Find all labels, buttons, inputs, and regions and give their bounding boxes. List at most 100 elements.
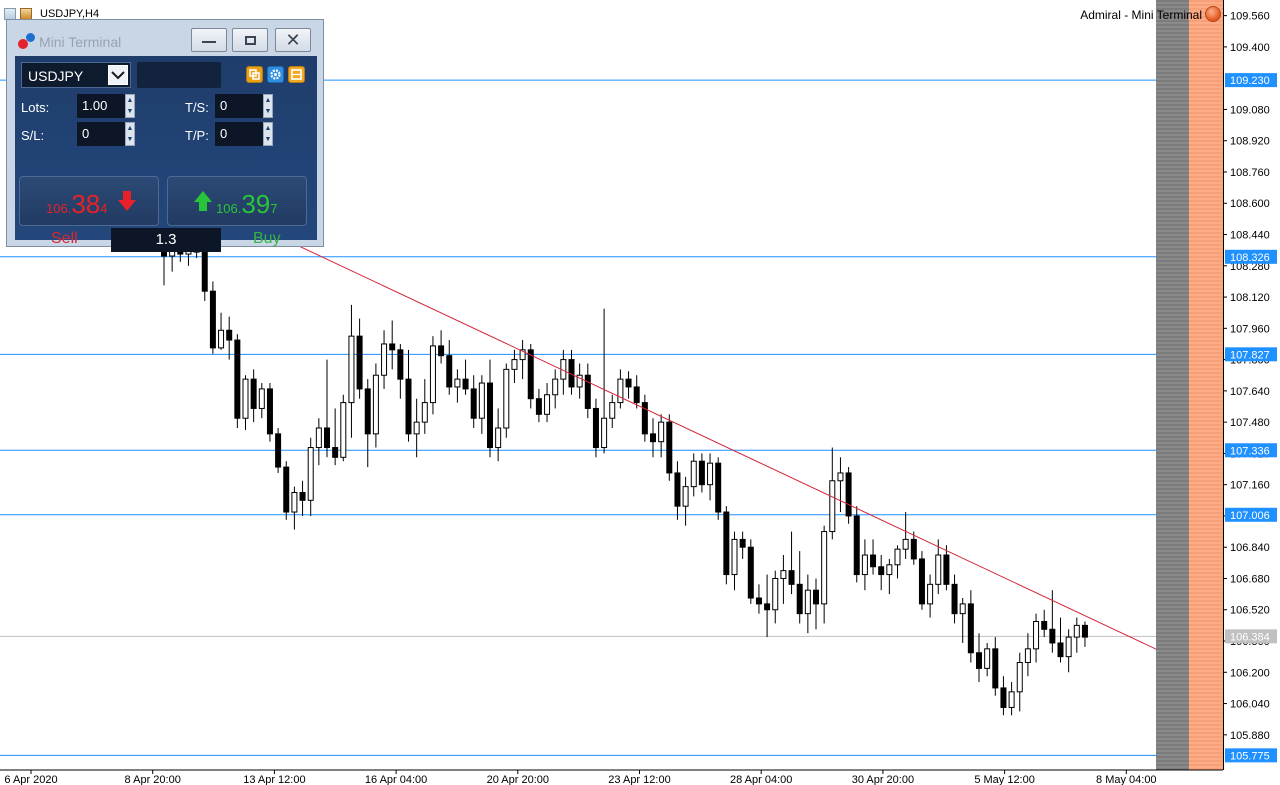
sl-input[interactable]: 0 <box>77 122 127 146</box>
candle-body <box>902 538 909 550</box>
candle-body <box>209 290 216 349</box>
ts-stepper[interactable]: ▲ ▼ <box>263 94 273 118</box>
ts-label: T/S: <box>185 100 209 115</box>
gear-icon[interactable] <box>267 66 284 83</box>
candle-body <box>340 402 347 458</box>
minimize-button[interactable] <box>191 28 227 52</box>
candle-body <box>315 427 322 449</box>
candle-body <box>959 603 966 615</box>
candle-body <box>707 462 714 486</box>
candle-body <box>356 335 363 390</box>
symbol-select[interactable]: USDJPY <box>21 62 131 88</box>
candle-body <box>804 589 811 615</box>
mini-terminal-panel[interactable]: Mini Terminal ✕ USDJPY Lots: 1.00 ▲ ▼ S/… <box>6 19 324 252</box>
maximize-icon <box>244 35 256 45</box>
symbol-info-field <box>137 62 221 88</box>
candle-body <box>1073 624 1080 638</box>
candle-body <box>609 402 616 419</box>
lots-input[interactable]: 1.00 <box>77 94 127 118</box>
candle-body <box>772 577 779 611</box>
candle-body <box>723 511 730 576</box>
candle-body <box>462 378 469 390</box>
candle-body <box>535 398 542 415</box>
symbol-value: USDJPY <box>28 68 84 84</box>
close-icon: ✕ <box>285 30 301 50</box>
arrow-down-icon <box>118 191 136 211</box>
candle-body <box>886 564 893 576</box>
candle-body <box>584 374 591 409</box>
candle-body <box>438 345 445 357</box>
candle-body <box>283 466 290 513</box>
candle-body <box>1049 628 1056 644</box>
candle-body <box>910 538 917 560</box>
copy-icon[interactable] <box>246 66 263 83</box>
candle-body <box>299 491 306 501</box>
buy-label[interactable]: Buy <box>253 230 281 248</box>
candle-body <box>837 472 844 482</box>
candle-body <box>413 421 420 435</box>
candle-body <box>1033 620 1040 650</box>
candle-body <box>650 433 656 443</box>
candle-body <box>731 538 738 576</box>
broker-logo-icon <box>1205 6 1221 22</box>
candle-body <box>266 388 273 435</box>
candle-body <box>592 407 599 449</box>
buy-price: 106.397 <box>216 189 278 219</box>
candle-body <box>829 480 836 533</box>
candle-body <box>1057 642 1064 658</box>
candle-body <box>397 349 404 380</box>
expand-icon[interactable] <box>288 66 305 83</box>
candle-body <box>405 378 412 435</box>
candle-body <box>1000 687 1007 708</box>
candle-body <box>601 417 608 449</box>
candle-body <box>943 554 950 585</box>
sl-stepper[interactable]: ▲ ▼ <box>125 122 135 146</box>
candle-body <box>258 388 265 409</box>
candle-body <box>446 355 453 388</box>
candle-body <box>1016 662 1023 693</box>
candle-body <box>429 345 436 404</box>
tp-stepper[interactable]: ▲ ▼ <box>263 122 273 146</box>
candle-body <box>1065 636 1072 658</box>
candle-body <box>307 447 314 501</box>
candle-body <box>747 546 754 599</box>
candle-body <box>470 388 477 419</box>
mini-terminal-header[interactable]: Mini Terminal ✕ <box>7 20 323 56</box>
broker-label: Admiral - Mini Terminal <box>1080 8 1202 22</box>
maximize-button[interactable] <box>232 28 268 52</box>
sell-button[interactable]: 106.384 <box>19 176 159 226</box>
candle-body <box>992 648 999 689</box>
orange-zone <box>1189 0 1223 770</box>
tp-input[interactable]: 0 <box>215 122 265 146</box>
sell-label[interactable]: Sell <box>51 230 78 248</box>
mini-terminal-title: Mini Terminal <box>39 34 122 50</box>
terminal-logo-icon <box>18 33 36 49</box>
close-button[interactable]: ✕ <box>275 28 311 52</box>
candle-body <box>976 652 982 669</box>
candle-body <box>544 394 551 415</box>
lots-stepper[interactable]: ▲ ▼ <box>125 94 135 118</box>
candle-body <box>454 378 461 388</box>
buy-button[interactable]: 106.397 <box>167 176 307 226</box>
chevron-down-icon[interactable] <box>108 65 128 85</box>
candle-body <box>348 335 355 404</box>
candle-body <box>1024 648 1031 664</box>
candle-body <box>364 388 371 435</box>
candle-body <box>421 402 428 423</box>
spread-display: 1.3 <box>111 228 221 252</box>
candle-body <box>478 382 485 419</box>
sell-price: 106.384 <box>46 189 108 219</box>
axis-separator <box>1223 0 1224 770</box>
candle-body <box>821 531 828 605</box>
candle-body <box>674 472 681 507</box>
candle-body <box>487 382 493 449</box>
candle-body <box>935 554 942 585</box>
candle-body <box>967 603 974 654</box>
ts-input[interactable]: 0 <box>215 94 265 118</box>
candle-body <box>894 548 901 566</box>
candle-body <box>715 462 722 513</box>
candle-body <box>878 566 885 576</box>
arrow-up-icon <box>194 191 212 211</box>
candle-body <box>1041 620 1048 630</box>
candle-body <box>275 433 282 468</box>
